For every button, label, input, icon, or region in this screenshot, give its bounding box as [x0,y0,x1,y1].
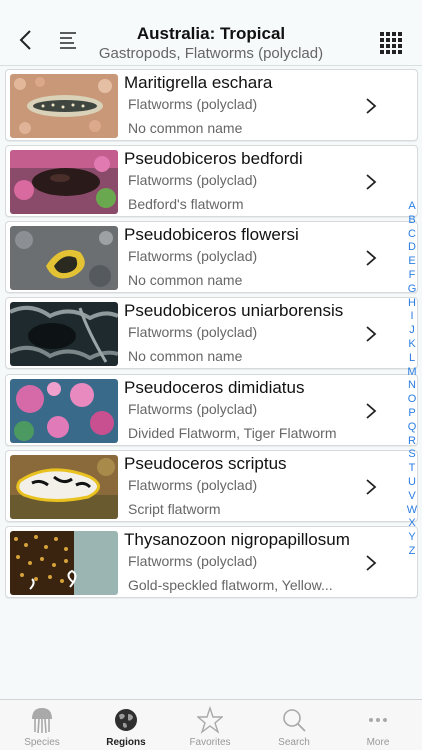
tab-label: Favorites [189,737,231,748]
back-button[interactable] [12,26,40,54]
index-letter-e[interactable]: E [406,255,418,269]
species-photo [10,226,118,290]
chevron-right-icon [366,479,377,495]
species-common-name: Divided Flatworm, Tiger Flatworm [128,425,337,441]
species-common-name: No common name [128,272,243,288]
chevron-right-icon [366,250,377,266]
species-row[interactable]: Thysanozoon nigropapillosum Flatworms (p… [5,526,418,598]
species-common-name: No common name [128,120,243,136]
page-subtitle: Gastropods, Flatworms (polyclad) [98,45,324,62]
tab-label: Species [24,737,60,748]
globe-icon [115,709,137,731]
index-letter-w[interactable]: W [406,504,418,518]
species-photo [10,74,118,138]
species-name: Pseudobiceros uniarborensis [124,301,344,320]
species-group: Flatworms (polyclad) [128,96,258,112]
chevron-right-icon [366,174,377,190]
index-letter-h[interactable]: H [406,297,418,311]
tab-label: Regions [106,737,146,748]
species-name: Pseudoceros scriptus [124,454,287,473]
index-letter-s[interactable]: S [406,448,418,462]
page-title: Australia: Tropical [136,24,286,43]
index-letter-u[interactable]: U [406,476,418,490]
tab-species[interactable]: Species [0,700,84,750]
grid-view-button[interactable] [380,32,402,54]
species-common-name: Bedford's flatworm [128,196,244,212]
species-common-name: Script flatworm [128,501,221,517]
species-photo [10,379,118,443]
species-name: Maritigrella eschara [124,73,273,92]
species-name: Thysanozoon nigropapillosum [124,530,350,549]
species-row[interactable]: Maritigrella eschara Flatworms (polyclad… [5,69,418,141]
species-group: Flatworms (polyclad) [128,477,258,493]
species-row[interactable]: Pseudoceros scriptus Flatworms (polyclad… [5,450,418,522]
nav-bar: Australia: Tropical Gastropods, Flatworm… [0,0,422,66]
species-group: Flatworms (polyclad) [128,172,258,188]
tab-label: More [366,737,390,748]
species-row[interactable]: Pseudobiceros uniarborensis Flatworms (p… [5,297,418,369]
species-group: Flatworms (polyclad) [128,401,258,417]
species-common-name: Gold-speckled flatworm, Yellow... [128,577,333,593]
app: Australia: Tropical Gastropods, Flatworm… [0,0,422,750]
index-letter-z[interactable]: Z [406,545,418,559]
species-photo [10,150,118,214]
species-name: Pseudobiceros bedfordi [124,149,303,168]
chevron-right-icon [366,403,377,419]
species-name: Pseudoceros dimidiatus [124,378,305,397]
species-photo [10,455,118,519]
chevron-right-icon [366,555,377,571]
index-letter-b[interactable]: B [406,214,418,228]
index-letter-p[interactable]: P [406,407,418,421]
index-letter-t[interactable]: T [406,462,418,476]
index-letter-r[interactable]: R [406,435,418,449]
species-group: Flatworms (polyclad) [128,553,258,569]
index-letter-d[interactable]: D [406,241,418,255]
index-letter-n[interactable]: N [406,379,418,393]
tab-more[interactable]: More [336,700,420,750]
search-icon [283,709,306,732]
index-letter-k[interactable]: K [406,338,418,352]
index-letter-a[interactable]: A [406,200,418,214]
species-photo [10,531,118,595]
tab-bar: Species Regions Favorites Search More [0,699,422,750]
index-letter-m[interactable]: M [406,366,418,380]
species-row[interactable]: Pseudobiceros flowersi Flatworms (polycl… [5,221,418,293]
species-row[interactable]: Pseudoceros dimidiatus Flatworms (polycl… [5,374,418,446]
chevron-right-icon [366,98,377,114]
tab-favorites[interactable]: Favorites [168,700,252,750]
grid-icon [380,32,402,54]
species-group: Flatworms (polyclad) [128,248,258,264]
back-chevron-icon [19,30,31,50]
star-icon [197,706,223,734]
species-row[interactable]: Pseudobiceros bedfordi Flatworms (polycl… [5,145,418,217]
index-letter-y[interactable]: Y [406,531,418,545]
tab-search[interactable]: Search [252,700,336,750]
tab-regions[interactable]: Regions [84,700,168,750]
index-letter-g[interactable]: G [406,283,418,297]
index-letter-j[interactable]: J [406,324,418,338]
jellyfish-icon [32,708,52,734]
index-letter-o[interactable]: O [406,393,418,407]
species-common-name: No common name [128,348,243,364]
index-letter-v[interactable]: V [406,490,418,504]
index-letter-l[interactable]: L [406,352,418,366]
index-letter-x[interactable]: X [406,517,418,531]
tab-label: Search [278,737,310,748]
species-group: Flatworms (polyclad) [128,324,258,340]
more-icon [369,718,387,722]
alphabet-index[interactable]: ABCDEFGHIJKLMNOPQRSTUVWXYZ [406,200,418,559]
species-photo [10,302,118,366]
species-name: Pseudobiceros flowersi [124,225,299,244]
index-letter-i[interactable]: I [406,310,418,324]
index-letter-c[interactable]: C [406,228,418,242]
index-letter-q[interactable]: Q [406,421,418,435]
index-letter-f[interactable]: F [406,269,418,283]
chevron-right-icon [366,326,377,342]
